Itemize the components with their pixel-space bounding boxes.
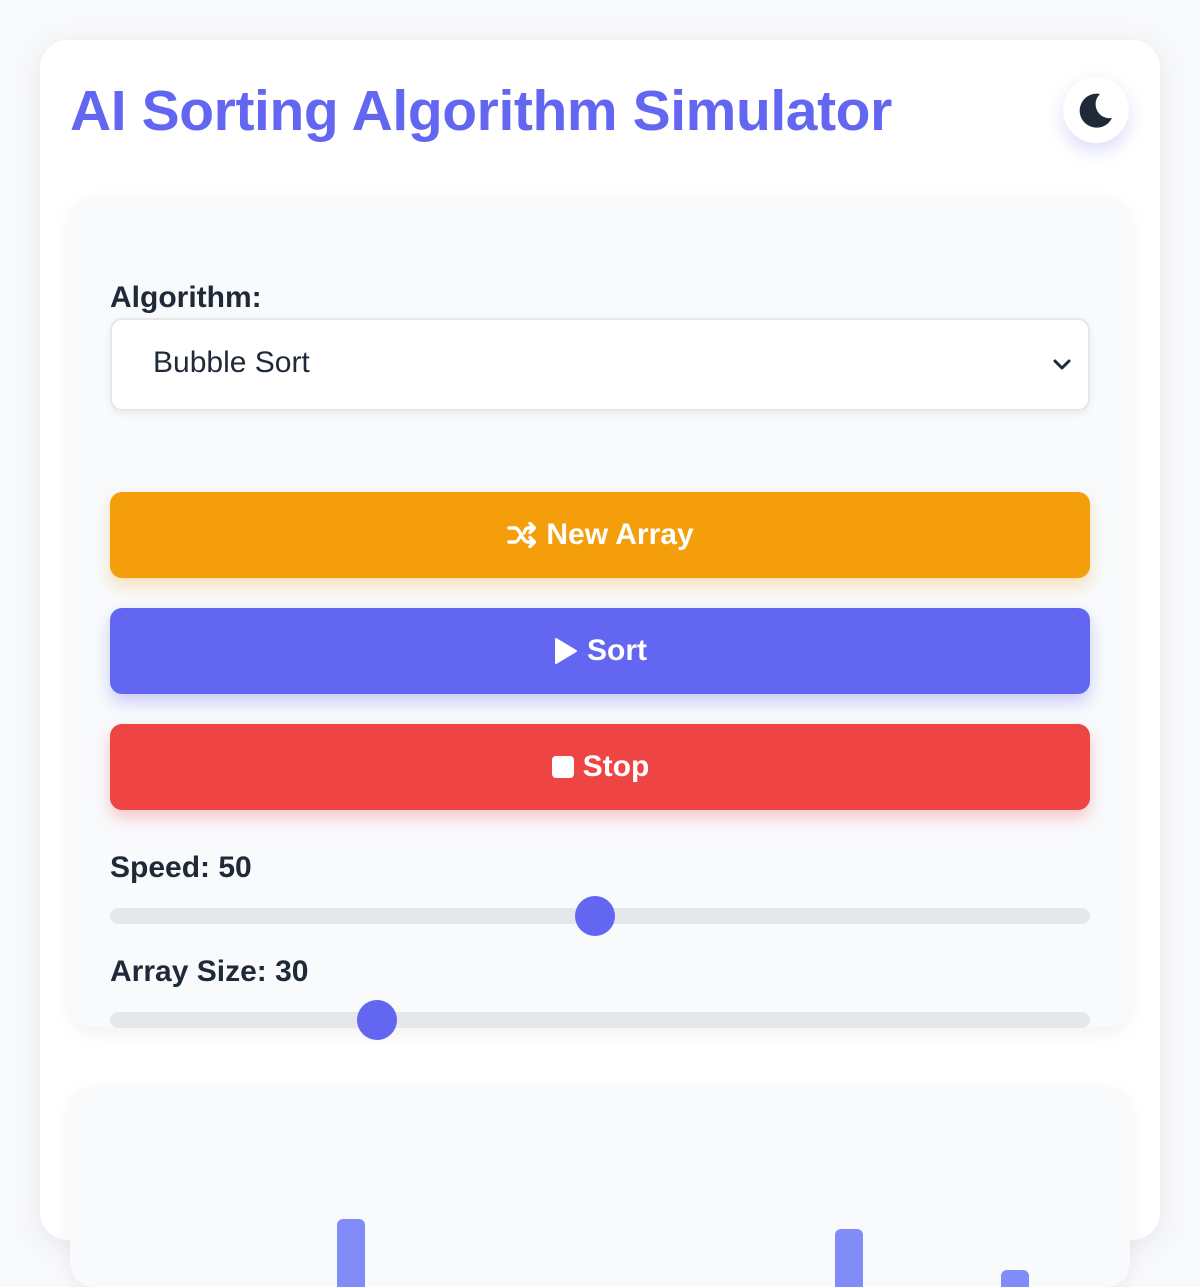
speed-label: Speed: 50 — [110, 851, 252, 885]
sort-label: Sort — [587, 634, 647, 668]
shuffle-icon — [506, 520, 538, 550]
algorithm-label: Algorithm: — [110, 281, 262, 315]
new-array-label: New Array — [546, 518, 693, 552]
moon-icon — [1076, 90, 1116, 130]
array-size-label: Array Size: 30 — [110, 955, 308, 989]
algorithm-select-value: Bubble Sort — [153, 346, 310, 380]
theme-toggle-button[interactable] — [1063, 77, 1129, 143]
array-size-slider[interactable] — [110, 1012, 1090, 1028]
stop-button[interactable]: Stop — [110, 724, 1090, 810]
visualization-panel — [70, 1087, 1130, 1287]
page-title: AI Sorting Algorithm Simulator — [70, 78, 892, 144]
new-array-button[interactable]: New Array — [110, 492, 1090, 578]
chevron-down-icon — [1050, 352, 1074, 376]
array-size-slider-thumb[interactable] — [357, 1000, 397, 1040]
sort-button[interactable]: Sort — [110, 608, 1090, 694]
stop-icon — [551, 755, 575, 779]
algorithm-select[interactable]: Bubble Sort — [110, 318, 1090, 411]
speed-slider[interactable] — [110, 908, 1090, 924]
play-icon — [553, 636, 579, 666]
array-bar — [835, 1229, 863, 1287]
controls-panel: Algorithm: Bubble Sort New Array — [70, 197, 1130, 1027]
array-bar — [1001, 1270, 1029, 1287]
app-container: AI Sorting Algorithm Simulator Algorithm… — [40, 40, 1160, 1240]
speed-slider-thumb[interactable] — [575, 896, 615, 936]
array-bar — [337, 1219, 365, 1287]
stop-label: Stop — [583, 750, 650, 784]
